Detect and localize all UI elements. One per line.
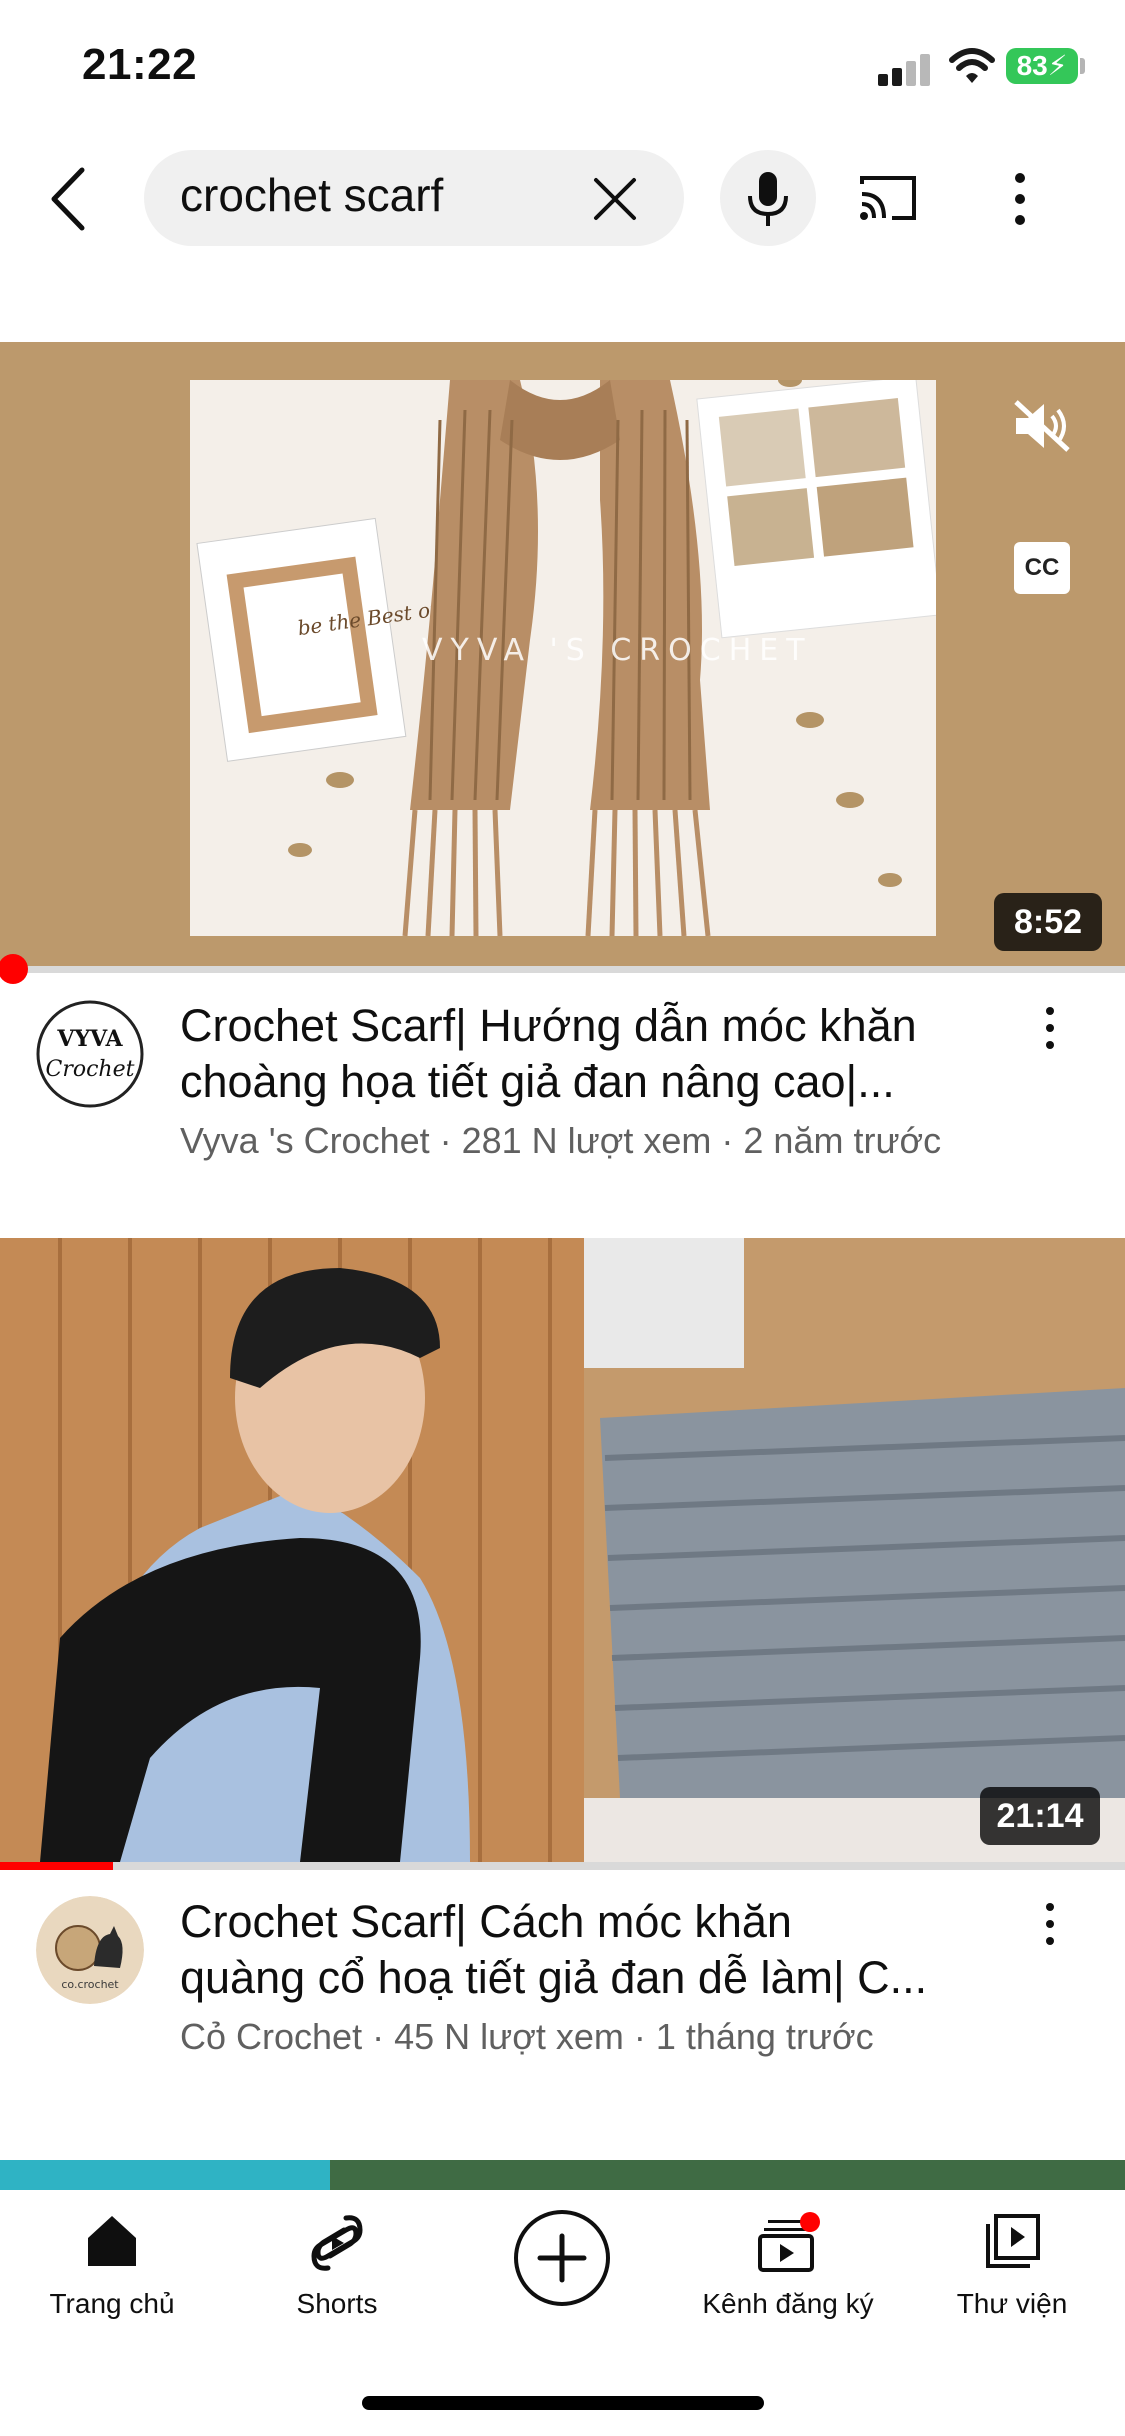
scarf-thumbnail-image: be the Best of you VYVA 'S CROCHET (190, 380, 936, 936)
video-title-line-1: Crochet Scarf| Hướng dẫn móc khăn (180, 1000, 917, 1051)
nav-subscriptions[interactable]: Kênh đăng ký (690, 2212, 886, 2322)
nav-home-label: Trang chủ (49, 2288, 175, 2319)
video-title-line-2: quàng cổ hoạ tiết giả đan dễ làm| C... (180, 1952, 928, 2003)
watch-progress-track (0, 1862, 1125, 1870)
muted-speaker-icon[interactable] (1010, 398, 1072, 454)
watch-progress-fill (0, 1862, 113, 1870)
video-title-line-2: choàng họa tiết giả đan nâng cao|... (180, 1056, 895, 1107)
search-query[interactable]: crochet scarf (180, 168, 443, 222)
svg-text:Crochet: Crochet (46, 1057, 135, 1082)
video-duration: 21:14 (980, 1787, 1100, 1845)
captions-button[interactable]: CC (1014, 542, 1070, 594)
more-options-icon[interactable] (1006, 170, 1034, 228)
notification-dot (800, 2212, 820, 2232)
nav-subscriptions-label: Kênh đăng ký (702, 2288, 874, 2319)
create-plus-icon[interactable] (512, 2208, 612, 2308)
video-thumbnail[interactable]: be the Best of you VYVA 'S CROCHET (190, 380, 936, 936)
home-icon (88, 2216, 136, 2266)
nav-shorts[interactable]: Shorts (262, 2212, 412, 2322)
wifi-icon (949, 48, 995, 83)
nav-shorts-label: Shorts (296, 2288, 378, 2319)
video-duration: 8:52 (994, 893, 1102, 951)
thumbnail-watermark: VYVA 'S CROCHET (422, 633, 813, 668)
battery-tip (1080, 58, 1085, 74)
channel-avatar[interactable]: VYVA Crochet (36, 1000, 144, 1108)
cast-icon[interactable] (856, 172, 920, 224)
scarf-thumbnail-image (0, 1238, 1125, 1862)
channel-avatar[interactable]: co.crochet (36, 1896, 144, 2004)
video-title[interactable]: Crochet Scarf| Cách móc khăn quàng cổ ho… (180, 1894, 1100, 2006)
video-title-line-1: Crochet Scarf| Cách móc khăn (180, 1896, 792, 1947)
shorts-icon (311, 2215, 363, 2271)
video-thumbnail[interactable] (0, 1238, 1125, 1862)
cellular-signal-icon (878, 52, 934, 86)
library-icon (986, 2214, 1040, 2268)
playback-progress-bar[interactable] (0, 966, 1125, 973)
back-arrow-icon[interactable] (48, 166, 88, 232)
clear-search-icon[interactable] (592, 176, 638, 222)
video-more-options-icon[interactable] (1044, 1902, 1056, 1946)
subscriptions-icon (758, 2212, 820, 2272)
home-indicator[interactable] (362, 2396, 764, 2410)
nav-library-label: Thư viện (956, 2288, 1068, 2319)
battery-level: 83 (1016, 50, 1048, 81)
svg-text:VYVA: VYVA (56, 1026, 123, 1052)
avatar-text: co.crochet (61, 1978, 119, 1991)
status-time: 21:22 (82, 40, 198, 89)
playback-scrubber[interactable] (0, 954, 28, 984)
video-title[interactable]: Crochet Scarf| Hướng dẫn móc khăn choàng… (180, 998, 1100, 1110)
nav-home[interactable]: Trang chủ (30, 2212, 194, 2322)
charging-bolt-icon: ⚡ (1047, 50, 1068, 81)
microphone-icon (748, 172, 788, 226)
battery-indicator: 83⚡ (1006, 48, 1078, 84)
nav-library[interactable]: Thư viện (942, 2212, 1082, 2322)
video-metadata: Vyva 's Crochet · 281 N lượt xem · 2 năm… (180, 1120, 942, 1161)
video-metadata: Cỏ Crochet · 45 N lượt xem · 1 tháng trư… (180, 2016, 874, 2057)
voice-search-button[interactable] (720, 150, 816, 246)
next-video-thumbnail-peek[interactable] (0, 2160, 1125, 2190)
video-more-options-icon[interactable] (1044, 1006, 1056, 1050)
